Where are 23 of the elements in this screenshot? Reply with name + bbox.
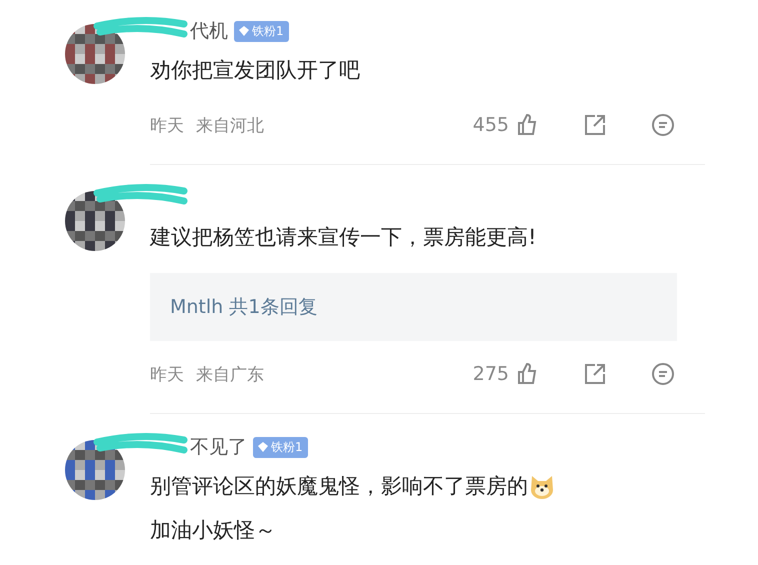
badge-label: 铁粉1 — [271, 438, 303, 456]
like-count: 455 — [472, 114, 509, 136]
comment-location: 来自河北 — [196, 114, 264, 136]
comment-location: 来自广东 — [196, 364, 264, 386]
comment-icon[interactable] — [651, 113, 675, 137]
reply-summary[interactable]: Mntlh 共1条回复 — [150, 273, 677, 341]
thumbs-up-icon[interactable] — [515, 362, 539, 386]
share-icon[interactable] — [583, 113, 607, 137]
like-count: 275 — [472, 363, 509, 385]
comment-text: 加油小妖怪～ — [150, 517, 276, 544]
comment-time: 昨天 — [150, 364, 184, 386]
share-icon[interactable] — [583, 362, 607, 386]
comment-text: 劝你把宣发团队开了吧 — [150, 57, 360, 84]
diamond-icon — [258, 442, 268, 452]
user-name[interactable]: 代机 — [190, 18, 228, 44]
diamond-icon — [239, 26, 249, 36]
user-name[interactable]: 不见了 — [190, 434, 247, 460]
comment-icon[interactable] — [651, 362, 675, 386]
thumbs-up-icon[interactable] — [515, 113, 539, 137]
badge-label: 铁粉1 — [252, 22, 284, 40]
comment-time: 昨天 — [150, 114, 184, 136]
comment-text: 建议把杨笠也请来宣传一下，票房能更高! — [150, 224, 536, 251]
comment-text: 别管评论区的妖魔鬼怪，影响不了票房的 — [150, 473, 528, 500]
